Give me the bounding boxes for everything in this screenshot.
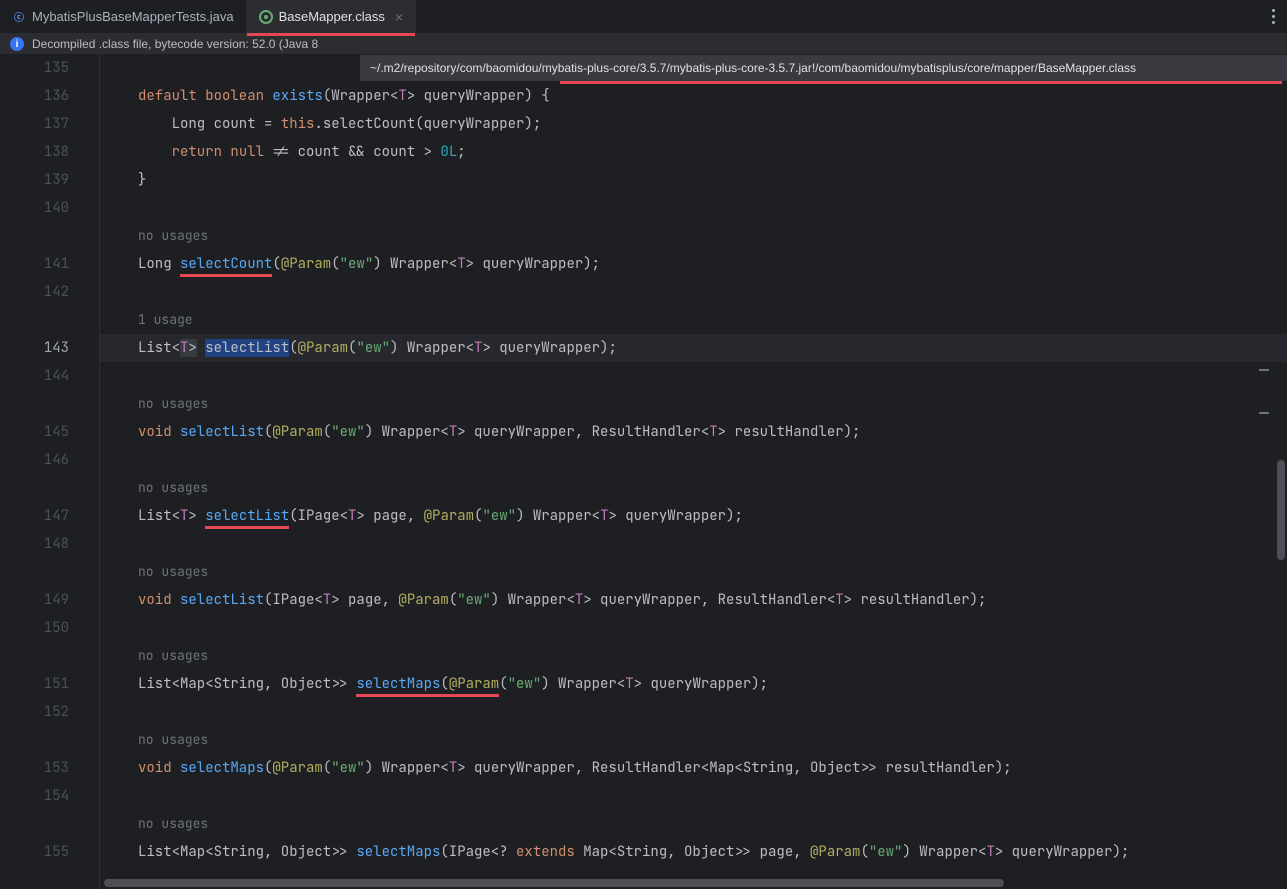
line-number-gutter: 1351361371381391401411421431441451461471… — [0, 54, 100, 889]
code-area[interactable]: default boolean exists(Wrapper<T> queryW… — [100, 54, 1287, 889]
line-number — [0, 642, 69, 670]
code-line[interactable]: default boolean exists(Wrapper<T> queryW… — [100, 82, 1287, 110]
path-tooltip: ~/.m2/repository/com/baomidou/mybatis-pl… — [360, 55, 1287, 81]
banner-text: Decompiled .class file, bytecode version… — [32, 37, 318, 51]
code-line[interactable]: 1 usage — [100, 306, 1287, 334]
line-number: 138 — [0, 138, 69, 166]
line-number — [0, 474, 69, 502]
vertical-scrollbar[interactable] — [1277, 460, 1285, 560]
tab-actions — [1260, 0, 1287, 33]
code-line[interactable]: Long count = this.selectCount(queryWrapp… — [100, 110, 1287, 138]
line-number: 153 — [0, 754, 69, 782]
line-number — [0, 306, 69, 334]
line-number: 137 — [0, 110, 69, 138]
code-line[interactable]: List<T> selectList(IPage<T> page, @Param… — [100, 502, 1287, 530]
line-number: 139 — [0, 166, 69, 194]
code-line[interactable]: List<T> selectList(@Param("ew") Wrapper<… — [100, 334, 1287, 362]
code-line[interactable]: Long selectCount(@Param("ew") Wrapper<T>… — [100, 250, 1287, 278]
line-number: 152 — [0, 698, 69, 726]
decompiled-class-icon — [259, 10, 273, 24]
code-line[interactable]: no usages — [100, 222, 1287, 250]
code-line[interactable]: } — [100, 166, 1287, 194]
code-line[interactable] — [100, 782, 1287, 810]
code-line[interactable]: no usages — [100, 726, 1287, 754]
code-line[interactable]: void selectList(IPage<T> page, @Param("e… — [100, 586, 1287, 614]
marker[interactable] — [1259, 412, 1269, 414]
code-line[interactable]: no usages — [100, 474, 1287, 502]
more-menu-icon[interactable] — [1272, 9, 1275, 24]
marker[interactable] — [1259, 369, 1269, 371]
line-number — [0, 810, 69, 838]
line-number: 151 — [0, 670, 69, 698]
line-number: 136 — [0, 82, 69, 110]
line-number: 146 — [0, 446, 69, 474]
line-number: 143 — [0, 334, 69, 362]
line-number: 135 — [0, 54, 69, 82]
code-line[interactable] — [100, 614, 1287, 642]
code-line[interactable]: List<Map<String, Object>> selectMaps(@Pa… — [100, 670, 1287, 698]
editor-tabs: ⓒ MybatisPlusBaseMapperTests.java BaseMa… — [0, 0, 1287, 34]
line-number: 145 — [0, 418, 69, 446]
code-line[interactable] — [100, 446, 1287, 474]
line-number: 141 — [0, 250, 69, 278]
code-line[interactable]: no usages — [100, 642, 1287, 670]
line-number: 149 — [0, 586, 69, 614]
decompile-banner: i Decompiled .class file, bytecode versi… — [0, 34, 1287, 54]
line-number: 150 — [0, 614, 69, 642]
line-number — [0, 222, 69, 250]
info-icon: i — [10, 37, 24, 51]
tab-label: MybatisPlusBaseMapperTests.java — [32, 9, 234, 24]
error-stripe — [1259, 54, 1269, 889]
code-line[interactable]: return null != count && count > 0L; — [100, 138, 1287, 166]
code-line[interactable] — [100, 698, 1287, 726]
line-number — [0, 390, 69, 418]
code-line[interactable] — [100, 362, 1287, 390]
code-line[interactable]: void selectList(@Param("ew") Wrapper<T> … — [100, 418, 1287, 446]
code-line[interactable]: no usages — [100, 810, 1287, 838]
class-file-icon: ⓒ — [12, 10, 26, 24]
line-number: 148 — [0, 530, 69, 558]
code-line[interactable]: void selectMaps(@Param("ew") Wrapper<T> … — [100, 754, 1287, 782]
line-number: 154 — [0, 782, 69, 810]
line-number: 144 — [0, 362, 69, 390]
line-number: 147 — [0, 502, 69, 530]
tab-file-2[interactable]: BaseMapper.class × — [247, 0, 416, 33]
horizontal-scrollbar[interactable] — [104, 879, 1004, 887]
line-number: 140 — [0, 194, 69, 222]
tab-file-1[interactable]: ⓒ MybatisPlusBaseMapperTests.java — [0, 0, 247, 33]
line-number: 155 — [0, 838, 69, 866]
line-number — [0, 726, 69, 754]
code-line[interactable] — [100, 278, 1287, 306]
code-line[interactable]: no usages — [100, 558, 1287, 586]
code-line[interactable] — [100, 194, 1287, 222]
code-line[interactable]: List<Map<String, Object>> selectMaps(IPa… — [100, 838, 1287, 866]
tab-label: BaseMapper.class — [279, 9, 385, 24]
close-icon[interactable]: × — [395, 9, 403, 25]
code-editor[interactable]: 1351361371381391401411421431441451461471… — [0, 54, 1287, 889]
line-number: 142 — [0, 278, 69, 306]
code-line[interactable]: no usages — [100, 390, 1287, 418]
line-number — [0, 558, 69, 586]
code-line[interactable] — [100, 530, 1287, 558]
